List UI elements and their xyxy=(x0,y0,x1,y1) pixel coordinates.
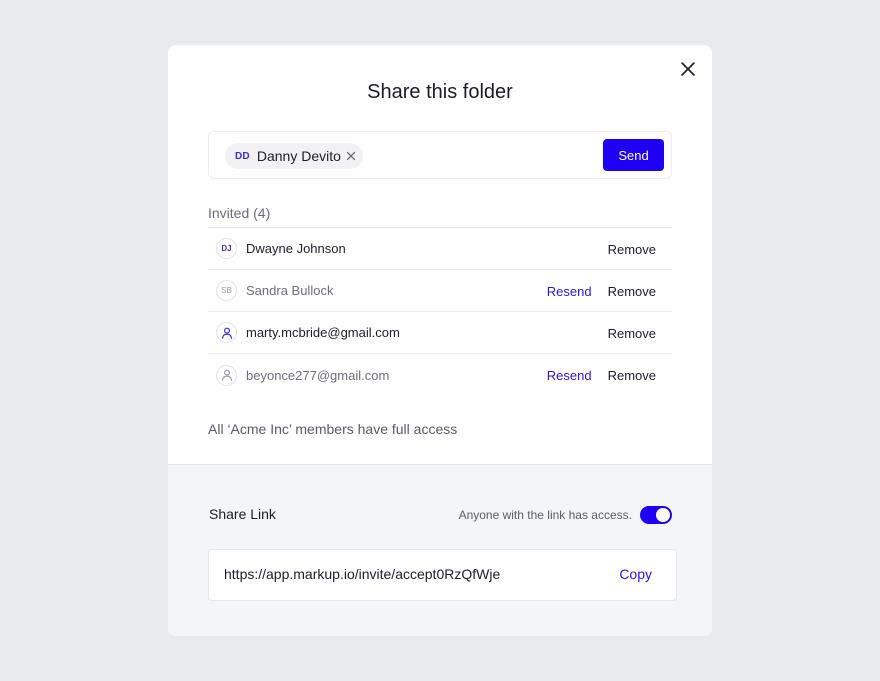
avatar xyxy=(216,364,237,386)
invited-count-label: Invited (4) xyxy=(208,205,271,221)
share-link-label: Share Link xyxy=(209,506,276,522)
invited-row: beyonce277@gmail.com Resend Remove xyxy=(208,354,672,396)
toggle-knob xyxy=(656,508,670,522)
invite-input[interactable]: DD Danny Devito Send xyxy=(208,131,672,179)
chip-remove-button[interactable] xyxy=(346,151,356,161)
share-link-section: Share Link Anyone with the link has acce… xyxy=(168,464,712,636)
modal-title: Share this folder xyxy=(367,81,513,103)
invitee-name: Dwayne Johnson xyxy=(246,241,346,256)
chip-initials: DD xyxy=(235,150,250,162)
chip-name: Danny Devito xyxy=(256,148,341,164)
remove-button[interactable]: Remove xyxy=(608,326,656,341)
close-button[interactable] xyxy=(678,59,698,79)
invited-row: marty.mcbride@gmail.com Remove xyxy=(208,312,672,354)
resend-button[interactable]: Resend xyxy=(547,284,592,299)
copy-button[interactable]: Copy xyxy=(619,566,652,582)
invitee-name: beyonce277@gmail.com xyxy=(246,367,390,383)
resend-button[interactable]: Resend xyxy=(547,368,592,383)
avatar xyxy=(216,322,237,343)
invited-row: SB Sandra Bullock Resend Remove xyxy=(208,270,672,312)
close-icon xyxy=(346,151,356,161)
close-icon xyxy=(681,62,695,76)
invited-list: DJ Dwayne Johnson Remove SB Sandra Bullo… xyxy=(208,227,672,396)
access-note: All ‘Acme Inc’ members have full access xyxy=(208,421,458,437)
remove-button[interactable]: Remove xyxy=(608,242,656,257)
invitee-name: marty.mcbride@gmail.com xyxy=(246,325,400,340)
link-access-text: Anyone with the link has access. xyxy=(458,508,632,522)
share-folder-modal: Share this folder DD Danny Devito Send I… xyxy=(168,45,712,636)
remove-button[interactable]: Remove xyxy=(608,284,656,299)
avatar: DJ xyxy=(216,238,237,259)
link-access-toggle[interactable] xyxy=(640,506,672,524)
send-button[interactable]: Send xyxy=(603,139,664,171)
invited-row: DJ Dwayne Johnson Remove xyxy=(208,228,672,270)
avatar: SB xyxy=(216,280,237,301)
remove-button[interactable]: Remove xyxy=(608,368,656,383)
recipient-chip: DD Danny Devito xyxy=(225,143,363,169)
share-link-url: https://app.markup.io/invite/accept0RzQf… xyxy=(224,566,501,582)
share-link-field[interactable]: https://app.markup.io/invite/accept0RzQf… xyxy=(208,549,677,601)
user-icon xyxy=(221,327,232,339)
user-icon xyxy=(221,369,232,381)
invitee-name: Sandra Bullock xyxy=(246,283,334,298)
